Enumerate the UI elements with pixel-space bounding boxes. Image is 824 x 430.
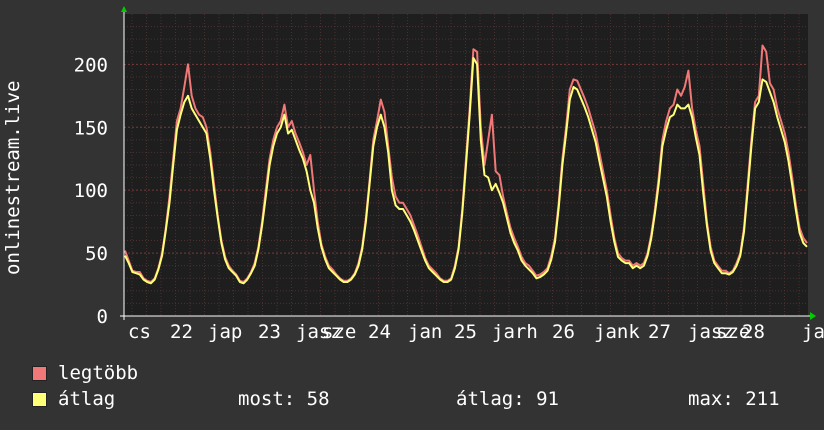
x-tick-label: 23 bbox=[258, 321, 281, 343]
x-tick-label: jarh bbox=[492, 321, 538, 343]
y-axis-arrow-icon bbox=[121, 6, 127, 12]
stat-max: max: 211 bbox=[688, 388, 780, 410]
y-tick-label: 0 bbox=[97, 306, 108, 328]
y-tick-label: 150 bbox=[74, 117, 108, 139]
x-tick-label: sze bbox=[322, 321, 356, 343]
x-tick-label: 25 bbox=[454, 321, 477, 343]
stat-current: most: 58 bbox=[238, 388, 330, 410]
x-tick-label: jank bbox=[594, 321, 640, 343]
stat-average: átlag: 91 bbox=[456, 388, 559, 410]
x-tick-label: 24 bbox=[368, 321, 391, 343]
x-tick-label: 27 bbox=[648, 321, 671, 343]
x-tick-label: jap bbox=[208, 321, 242, 343]
x-axis-ticks: cs 22 jap 23 jaszsze 24 jan 25 jarh 26 jank 27 jaszs… bbox=[128, 321, 824, 343]
y-tick-label: 200 bbox=[74, 54, 108, 76]
legend-swatch-average bbox=[32, 392, 47, 407]
x-tick-label: 26 bbox=[552, 321, 575, 343]
legend-label-max: legtöbb bbox=[58, 362, 139, 384]
y-tick-label: 50 bbox=[85, 243, 108, 265]
x-axis-arrow-icon bbox=[810, 312, 816, 320]
legend-label-average: átlag bbox=[58, 388, 116, 410]
x-tick-label: ja bbox=[802, 321, 824, 343]
legend-swatch-max bbox=[32, 366, 47, 381]
x-tick-label: jan bbox=[408, 321, 442, 343]
x-tick-label: 28 bbox=[742, 321, 765, 343]
x-tick-label: cs bbox=[128, 321, 151, 343]
x-tick-label: 22 bbox=[170, 321, 193, 343]
y-axis-label: onlinestream.live bbox=[2, 81, 24, 275]
y-tick-label: 100 bbox=[74, 180, 108, 202]
